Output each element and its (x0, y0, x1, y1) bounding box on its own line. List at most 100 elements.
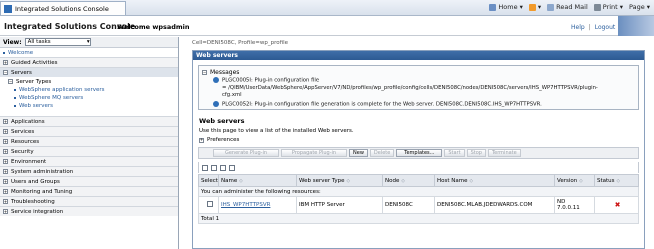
nav-websphere-app-servers[interactable]: WebSphere application servers (0, 86, 178, 94)
row-select-cell (198, 196, 219, 214)
expand-icon: + (3, 198, 8, 204)
col-name[interactable]: Name ◇ (218, 174, 297, 187)
preferences-toggle[interactable]: + Preferences (199, 137, 239, 143)
nav-troubleshooting[interactable]: + Troubleshooting (0, 196, 178, 206)
home-button[interactable]: Home ▾ (489, 3, 523, 11)
nav-servers[interactable]: − Servers (0, 67, 178, 77)
nav-monitoring-and-tuning[interactable]: + Monitoring and Tuning (0, 186, 178, 196)
link-separator: | (588, 24, 591, 31)
nav-environment[interactable]: + Environment (0, 156, 178, 166)
bullet-icon (14, 105, 16, 107)
select-all-icon[interactable] (202, 164, 208, 171)
nav-applications[interactable]: + Applications (0, 116, 178, 126)
messages-box: − Messages PLGC0005I: Plug-in configurat… (198, 65, 639, 110)
read-mail-button[interactable]: Read Mail (547, 3, 588, 11)
expand-icon: + (3, 128, 8, 134)
info-icon (213, 77, 219, 83)
expand-icon: + (3, 158, 8, 164)
favicon-icon (4, 4, 12, 13)
generate-plugin-button[interactable]: Generate Plug-in (213, 149, 279, 157)
nav-services[interactable]: + Services (0, 126, 178, 136)
expand-icon: + (3, 148, 8, 154)
sort-icon: ◇ (239, 178, 243, 184)
nav-service-integration[interactable]: + Service integration (0, 206, 178, 216)
filter-icon[interactable] (220, 164, 226, 171)
view-label: View: (3, 38, 22, 46)
browser-toolbar: Integrated Solutions Console Home ▾ ▾ Re… (0, 0, 654, 16)
stopped-status-icon: ✖ (614, 201, 621, 209)
collapse-icon[interactable]: − (202, 70, 207, 75)
logout-link[interactable]: Logout (595, 24, 616, 31)
feeds-button[interactable]: ▾ (528, 3, 541, 11)
expand-icon: + (3, 208, 8, 214)
nav-resources[interactable]: + Resources (0, 136, 178, 146)
sort-icon: ◇ (346, 178, 350, 184)
nav-users-and-groups[interactable]: + Users and Groups (0, 176, 178, 186)
browser-tab[interactable]: Integrated Solutions Console (0, 1, 126, 15)
page-menu[interactable]: Page ▾ (629, 3, 650, 11)
version-cell: ND 7.0.0.11 (554, 196, 595, 214)
table-header-row: Select Name ◇ Web server Type ◇ Node ◇ Host… (198, 174, 639, 187)
start-button[interactable]: Start (444, 149, 465, 157)
expand-icon: + (3, 178, 8, 184)
message-plugin-file: PLGC0005I: Plug-in configuration file = … (213, 77, 598, 99)
new-button[interactable]: New (349, 149, 368, 157)
bullet-icon (14, 97, 16, 99)
deselect-all-icon[interactable] (211, 164, 217, 171)
col-version[interactable]: Version ◇ (554, 174, 595, 187)
delete-button[interactable]: Delete (369, 149, 395, 157)
bullet-icon (14, 89, 16, 91)
total-count: Total 1 (198, 213, 639, 224)
server-name-cell: IHS_WP7HTTPSVR (218, 196, 297, 214)
terminate-button[interactable]: Terminate (487, 149, 521, 157)
expand-icon: + (3, 188, 8, 194)
browser-tools: Home ▾ ▾ Read Mail Print ▾ Page ▾ (489, 3, 650, 11)
section-title: Web servers (199, 117, 245, 125)
total-row: Total 1 (198, 213, 639, 224)
sort-icon: ◇ (469, 178, 473, 184)
row-checkbox[interactable] (206, 201, 213, 207)
action-toolbar: Generate Plug-in Propagate Plug-in New D… (198, 147, 639, 159)
nav-security[interactable]: + Security (0, 146, 178, 156)
section-description: Use this page to view a list of the inst… (199, 128, 354, 134)
nav-web-servers[interactable]: Web servers (0, 102, 178, 110)
expand-icon: + (3, 168, 8, 174)
nav-system-administration[interactable]: + System administration (0, 166, 178, 176)
node-cell: DENI508C (382, 196, 435, 214)
admin-note-row: You can administer the following resourc… (198, 186, 639, 197)
home-icon (489, 3, 497, 11)
main-content: Cell=DENI508C, Profile=wp_profile Web se… (180, 37, 654, 249)
messages-header: − Messages (202, 69, 239, 76)
nav-server-types[interactable]: − Server Types (0, 77, 178, 86)
collapse-icon: − (8, 78, 13, 84)
expand-icon: + (3, 138, 8, 144)
stop-button[interactable]: Stop (466, 149, 486, 157)
col-status[interactable]: Status ◇ (594, 174, 639, 187)
propagate-plugin-button[interactable]: Propagate Plug-in (281, 149, 347, 157)
expand-icon: + (3, 59, 8, 65)
templates-button[interactable]: Templates... (396, 149, 443, 157)
col-node[interactable]: Node ◇ (382, 174, 435, 187)
nav-websphere-mq-servers[interactable]: WebSphere MQ servers (0, 94, 178, 102)
server-type-cell: IBM HTTP Server (296, 196, 383, 214)
nav-guided-activities[interactable]: + Guided Activities (0, 57, 178, 67)
table-row: IHS_WP7HTTPSVR IBM HTTP Server DENI508C … (198, 196, 639, 214)
web-servers-panel: Web servers − Messages PLGC0005I: Plug-i… (192, 50, 645, 249)
view-filter: View: All tasks ▾ (0, 37, 178, 48)
rss-icon (528, 3, 536, 11)
scope-breadcrumb: Cell=DENI508C, Profile=wp_profile (192, 40, 288, 46)
col-select: Select (198, 174, 219, 187)
view-select[interactable]: All tasks ▾ (24, 38, 91, 46)
clear-filter-icon[interactable] (229, 164, 235, 171)
bullet-icon (3, 51, 5, 54)
server-name-link[interactable]: IHS_WP7HTTPSVR (221, 202, 270, 208)
nav-welcome[interactable]: Welcome (0, 48, 178, 57)
message-generation-complete: PLGC0052I: Plug-in configuration file ge… (213, 101, 542, 109)
print-button[interactable]: Print ▾ (593, 3, 623, 11)
col-web-server-type[interactable]: Web server Type ◇ (296, 174, 383, 187)
col-host-name[interactable]: Host Name ◇ (434, 174, 555, 187)
mail-icon (547, 3, 555, 11)
admin-note: You can administer the following resourc… (198, 186, 639, 197)
help-link[interactable]: Help (571, 24, 585, 31)
dropdown-arrow-icon: ▾ (86, 39, 90, 45)
